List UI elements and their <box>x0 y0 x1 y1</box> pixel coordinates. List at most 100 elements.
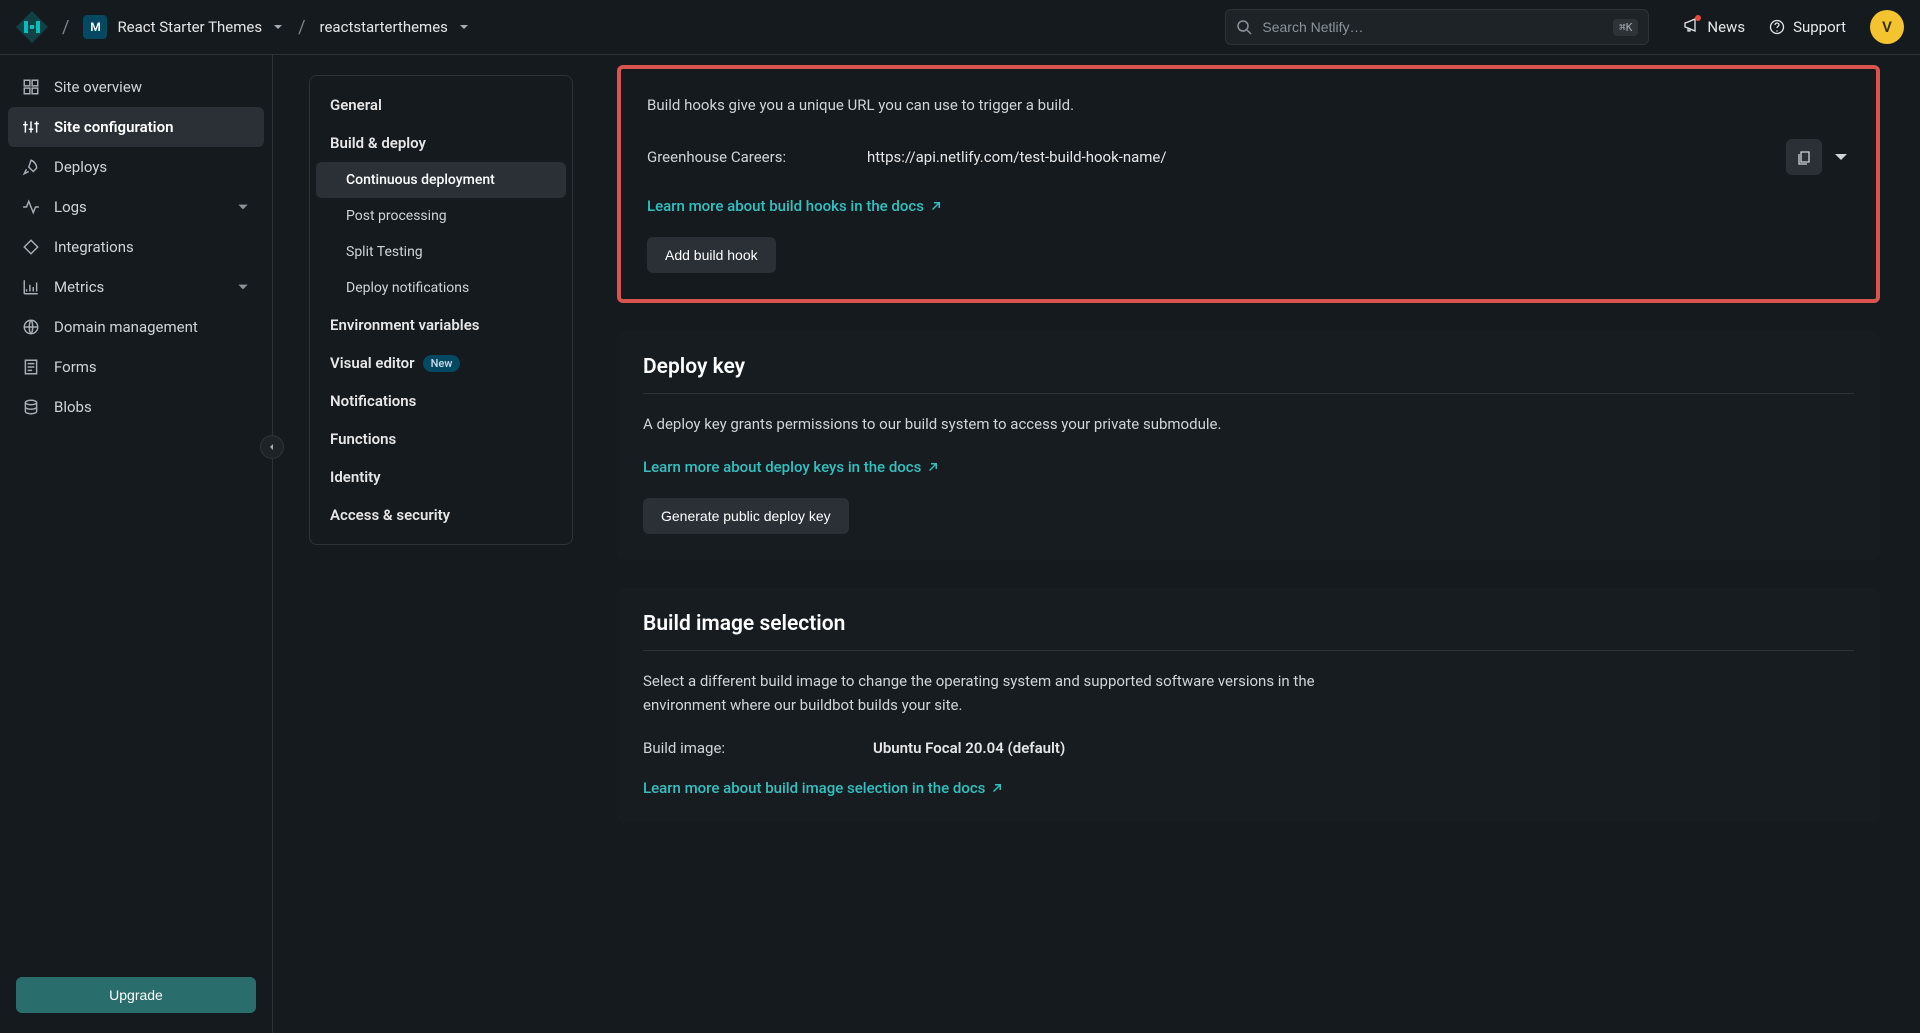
search-icon <box>1236 19 1252 35</box>
sidebar-item-label: Blobs <box>54 398 92 416</box>
build-hooks-card: Build hooks give you a unique URL you ca… <box>617 65 1880 303</box>
sidebar-item-label: Metrics <box>54 278 104 296</box>
topbar: / M React Starter Themes / reactstartert… <box>0 0 1920 55</box>
external-link-icon <box>927 461 939 473</box>
chevron-down-icon[interactable] <box>1832 148 1850 166</box>
sidebar-item-label: Logs <box>54 198 87 216</box>
subnav-environment-variables[interactable]: Environment variables <box>316 306 566 344</box>
site-name: reactstarterthemes <box>320 18 448 36</box>
diamond-icon <box>22 238 40 256</box>
collapse-sidebar-handle[interactable] <box>260 435 284 459</box>
database-icon <box>22 398 40 416</box>
build-image-row: Build image: Ubuntu Focal 20.04 (default… <box>643 739 1854 757</box>
sidebar-item-integrations[interactable]: Integrations <box>8 227 264 267</box>
support-label: Support <box>1793 18 1846 36</box>
build-hook-label: Greenhouse Careers: <box>647 148 867 166</box>
sidebar-item-logs[interactable]: Logs <box>8 187 264 227</box>
sidebar-item-label: Integrations <box>54 238 134 256</box>
globe-icon <box>22 318 40 336</box>
build-image-description: Select a different build image to change… <box>643 669 1323 717</box>
search-shortcut: ⌘K <box>1613 19 1638 36</box>
add-build-hook-button[interactable]: Add build hook <box>647 237 776 273</box>
copy-button[interactable] <box>1786 139 1822 175</box>
pulse-icon <box>22 198 40 216</box>
main-content: Build hooks give you a unique URL you ca… <box>589 55 1920 1033</box>
chart-icon <box>22 278 40 296</box>
sidebar-item-forms[interactable]: Forms <box>8 347 264 387</box>
sidebar: Site overview Site configuration Deploys… <box>0 55 273 1033</box>
sidebar-item-label: Forms <box>54 358 97 376</box>
support-link[interactable]: Support <box>1769 18 1846 36</box>
sidebar-item-label: Site overview <box>54 78 142 96</box>
copy-icon <box>1796 149 1812 165</box>
sidebar-item-label: Site configuration <box>54 118 173 136</box>
news-link[interactable]: News <box>1683 17 1745 37</box>
breadcrumb-team[interactable]: M React Starter Themes <box>83 15 284 39</box>
build-image-value: Ubuntu Focal 20.04 (default) <box>873 739 1854 757</box>
build-hooks-description: Build hooks give you a unique URL you ca… <box>647 93 1327 117</box>
team-name: React Starter Themes <box>117 18 262 36</box>
chevron-left-icon <box>267 442 277 452</box>
build-hook-row: Greenhouse Careers: https://api.netlify.… <box>647 139 1850 175</box>
deploy-key-description: A deploy key grants permissions to our b… <box>643 412 1323 436</box>
upgrade-button[interactable]: Upgrade <box>16 977 256 1013</box>
subnav-general[interactable]: General <box>316 86 566 124</box>
subnav-visual-editor[interactable]: Visual editor New <box>316 344 566 382</box>
sidebar-item-metrics[interactable]: Metrics <box>8 267 264 307</box>
build-image-learn-more-link[interactable]: Learn more about build image selection i… <box>643 779 1003 797</box>
external-link-icon <box>991 782 1003 794</box>
sidebar-item-site-overview[interactable]: Site overview <box>8 67 264 107</box>
subnav-panel: General Build & deploy Continuous deploy… <box>273 55 589 1033</box>
news-label: News <box>1707 18 1745 36</box>
link-label: Learn more about deploy keys in the docs <box>643 458 921 476</box>
build-hooks-learn-more-link[interactable]: Learn more about build hooks in the docs <box>647 197 942 215</box>
sidebar-item-deploys[interactable]: Deploys <box>8 147 264 187</box>
build-hook-url: https://api.netlify.com/test-build-hook-… <box>867 148 1786 166</box>
chevron-down-icon <box>236 200 250 214</box>
new-badge: New <box>423 355 461 372</box>
sliders-icon <box>22 118 40 136</box>
subnav-identity[interactable]: Identity <box>316 458 566 496</box>
deploy-key-card: Deploy key A deploy key grants permissio… <box>617 331 1880 560</box>
sidebar-item-label: Deploys <box>54 158 107 176</box>
sidebar-item-site-configuration[interactable]: Site configuration <box>8 107 264 147</box>
sidebar-item-blobs[interactable]: Blobs <box>8 387 264 427</box>
chevron-down-icon <box>236 280 250 294</box>
external-link-icon <box>930 200 942 212</box>
sidebar-item-label: Domain management <box>54 318 198 336</box>
subnav-access-security[interactable]: Access & security <box>316 496 566 534</box>
subnav-build-deploy[interactable]: Build & deploy <box>316 124 566 162</box>
link-label: Learn more about build hooks in the docs <box>647 197 924 215</box>
form-icon <box>22 358 40 376</box>
subnav-visual-editor-label: Visual editor <box>330 354 415 372</box>
avatar[interactable]: V <box>1870 10 1904 44</box>
avatar-initial: V <box>1882 18 1892 36</box>
chevron-down-icon <box>272 21 284 33</box>
build-image-title: Build image selection <box>643 612 1854 651</box>
breadcrumb-site[interactable]: reactstarterthemes <box>320 18 470 36</box>
generate-deploy-key-button[interactable]: Generate public deploy key <box>643 498 849 534</box>
team-badge: M <box>83 15 107 39</box>
subnav-continuous-deployment[interactable]: Continuous deployment <box>316 162 566 198</box>
megaphone-icon <box>1683 17 1699 37</box>
deploy-key-learn-more-link[interactable]: Learn more about deploy keys in the docs <box>643 458 939 476</box>
help-icon <box>1769 19 1785 35</box>
chevron-down-icon <box>458 21 470 33</box>
logo[interactable] <box>16 11 48 43</box>
breadcrumb-separator: / <box>62 17 69 38</box>
subnav-split-testing[interactable]: Split Testing <box>316 234 566 270</box>
search-box[interactable]: ⌘K <box>1225 9 1649 45</box>
subnav-functions[interactable]: Functions <box>316 420 566 458</box>
build-image-card: Build image selection Select a different… <box>617 588 1880 823</box>
link-label: Learn more about build image selection i… <box>643 779 985 797</box>
top-links: News Support V <box>1683 10 1904 44</box>
rocket-icon <box>22 158 40 176</box>
sidebar-item-domain-management[interactable]: Domain management <box>8 307 264 347</box>
breadcrumb-separator: / <box>298 17 305 38</box>
search-input[interactable] <box>1262 19 1603 35</box>
grid-icon <box>22 78 40 96</box>
subnav-deploy-notifications[interactable]: Deploy notifications <box>316 270 566 306</box>
deploy-key-title: Deploy key <box>643 355 1854 394</box>
subnav-post-processing[interactable]: Post processing <box>316 198 566 234</box>
subnav-notifications[interactable]: Notifications <box>316 382 566 420</box>
